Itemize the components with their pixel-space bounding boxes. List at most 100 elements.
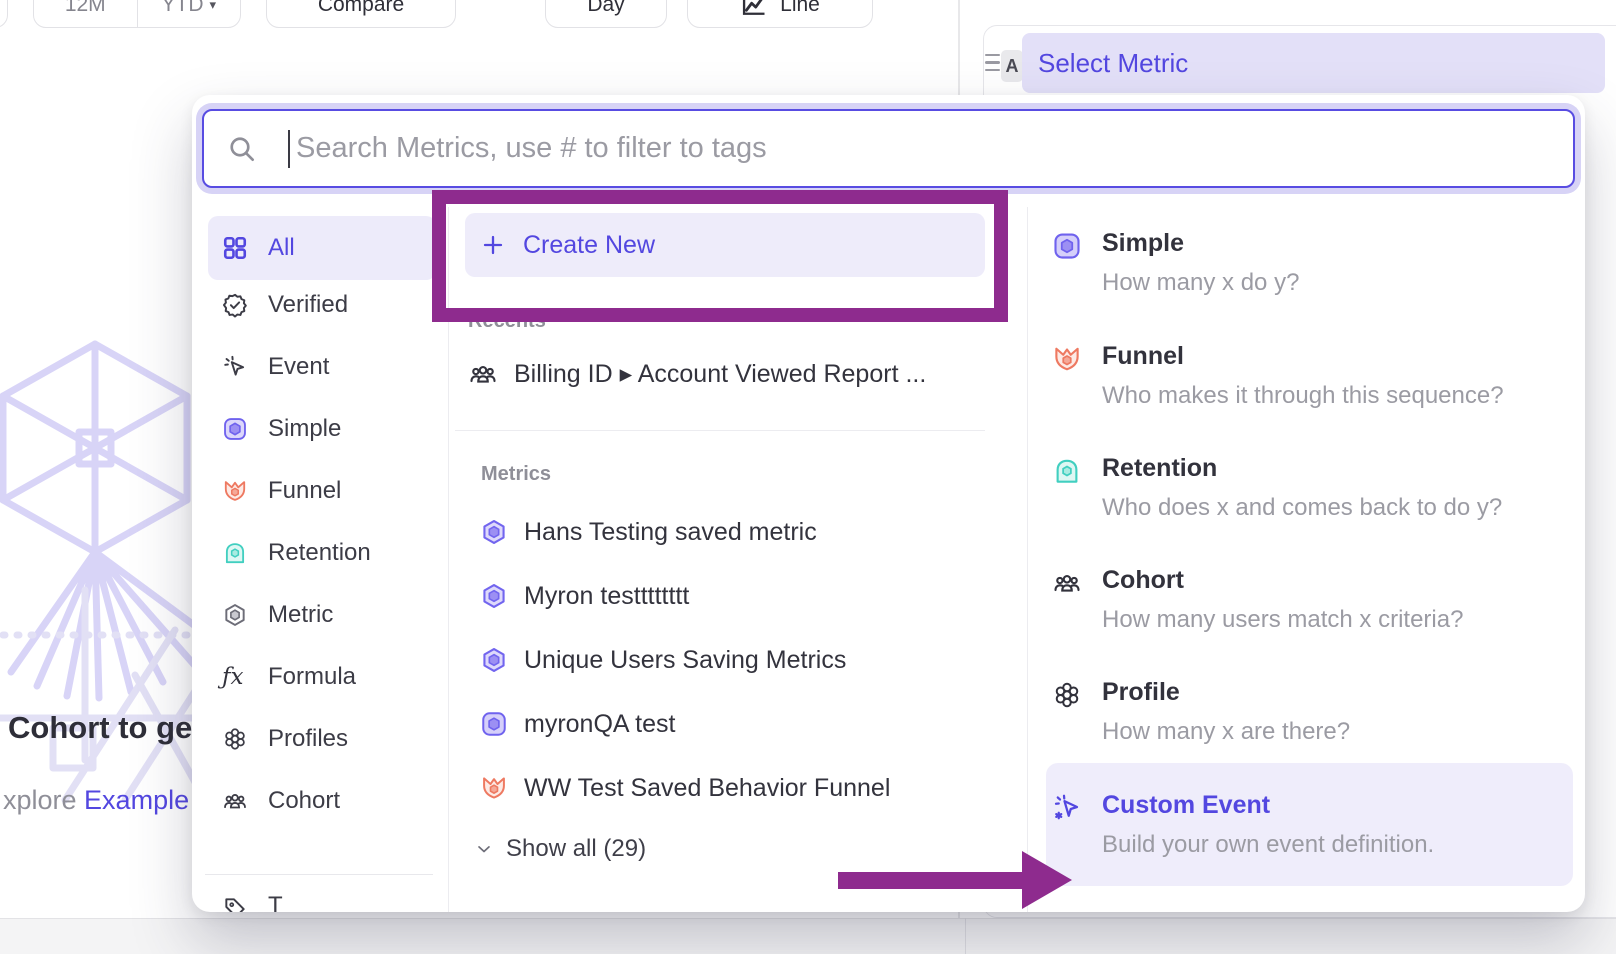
category-label: Verified <box>268 291 348 319</box>
drag-handle-icon[interactable] <box>985 54 1000 76</box>
category-verified[interactable]: Verified <box>208 276 436 334</box>
recent-item-billing[interactable]: Billing ID ▸ Account Viewed Report ... <box>464 353 926 395</box>
saved-metric-hexagon-icon <box>480 646 508 674</box>
category-simple[interactable]: Simple <box>208 400 436 458</box>
metric-item[interactable]: WW Test Saved Behavior Funnel <box>476 767 890 809</box>
retention-icon <box>1052 456 1082 486</box>
custom-event-sparkle-cursor-icon <box>1052 793 1082 823</box>
recent-item-label: Billing ID ▸ Account Viewed Report ... <box>514 359 926 389</box>
range-ytd-label: YTD <box>161 0 203 17</box>
category-formula[interactable]: ƒx Formula <box>208 648 436 706</box>
retention-icon <box>222 540 248 566</box>
saved-metric-hexagon-icon <box>480 518 508 546</box>
bottom-strip-divider <box>965 918 966 954</box>
tag-icon <box>222 895 248 912</box>
annotation-arrowhead <box>1022 851 1072 909</box>
type-description: How many x do y? <box>1102 269 1299 297</box>
profiles-flower-icon <box>1052 680 1082 710</box>
type-profile[interactable]: Profile How many x are there? <box>1046 678 1573 770</box>
explore-text-fragment: xplore <box>3 785 84 815</box>
type-description: Who makes it through this sequence? <box>1102 382 1504 410</box>
category-event[interactable]: Event <box>208 338 436 396</box>
category-all[interactable]: All <box>208 216 436 280</box>
saved-metric-hexagon-icon <box>480 582 508 610</box>
type-description: How many x are there? <box>1102 718 1350 746</box>
compare-button[interactable]: Compare <box>266 0 456 28</box>
clipped-left-button[interactable] <box>0 0 8 28</box>
metric-item[interactable]: myronQA test <box>476 703 675 745</box>
grid-icon <box>222 235 248 261</box>
category-cohort[interactable]: Cohort <box>208 772 436 830</box>
category-profiles[interactable]: Profiles <box>208 710 436 768</box>
funnel-icon <box>1052 344 1082 374</box>
metric-item[interactable]: Myron testttttttt <box>476 575 689 617</box>
category-partial-clipped[interactable]: T <box>222 895 283 912</box>
funnel-icon <box>480 774 508 802</box>
category-label: Cohort <box>268 787 340 815</box>
profiles-flower-icon <box>222 726 248 752</box>
funnel-icon <box>222 478 248 504</box>
category-label: Simple <box>268 415 341 443</box>
metric-item[interactable]: Hans Testing saved metric <box>476 511 817 553</box>
range-12m-button[interactable]: 12M <box>34 0 137 27</box>
category-label: Profiles <box>268 725 348 753</box>
type-funnel[interactable]: Funnel Who makes it through this sequenc… <box>1046 342 1573 434</box>
annotation-rectangle <box>432 190 1008 322</box>
category-metric[interactable]: Metric <box>208 586 436 644</box>
cohort-people-icon <box>468 359 498 389</box>
simple-metric-icon <box>222 416 248 442</box>
sidebar-divider <box>205 874 433 875</box>
metric-item[interactable]: Unique Users Saving Metrics <box>476 639 846 681</box>
annotation-arrow <box>838 872 1024 889</box>
type-title: Custom Event <box>1102 791 1270 820</box>
line-label: Line <box>780 0 820 17</box>
app-screen: 12M YTD ▾ Compare Day Line A <box>0 0 1616 954</box>
day-granularity-button[interactable]: Day <box>545 0 667 28</box>
type-title: Simple <box>1102 229 1184 258</box>
category-label: Event <box>268 353 329 381</box>
empty-state-headline-fragment: Cohort to ge <box>8 710 192 746</box>
series-a-badge: A <box>1001 50 1023 82</box>
event-cursor-icon <box>222 354 248 380</box>
line-chart-icon <box>740 0 768 19</box>
type-title: Cohort <box>1102 566 1184 595</box>
range-ytd-button[interactable]: YTD ▾ <box>137 0 241 27</box>
search-icon <box>226 133 258 165</box>
type-description: Who does x and comes back to do y? <box>1102 494 1502 522</box>
search-field-container <box>202 109 1575 188</box>
category-retention[interactable]: Retention <box>208 524 436 582</box>
metrics-header: Metrics <box>481 463 551 486</box>
select-metric-button[interactable]: Select Metric <box>1022 33 1605 93</box>
date-range-group: 12M YTD ▾ <box>33 0 241 28</box>
metric-item-label: myronQA test <box>524 710 675 739</box>
simple-metric-icon <box>1052 231 1082 261</box>
type-title: Profile <box>1102 678 1180 707</box>
type-cohort[interactable]: Cohort How many users match x criteria? <box>1046 566 1573 658</box>
category-label: Metric <box>268 601 333 629</box>
line-chart-type-button[interactable]: Line <box>687 0 873 28</box>
type-retention[interactable]: Retention Who does x and comes back to d… <box>1046 454 1573 546</box>
chevron-down-icon: ▾ <box>209 0 216 13</box>
metric-item-label: Unique Users Saving Metrics <box>524 646 846 675</box>
category-label: Retention <box>268 539 371 567</box>
text-caret <box>288 130 290 168</box>
type-title: Funnel <box>1102 342 1184 371</box>
type-custom-event[interactable]: Custom Event Build your own event defini… <box>1046 791 1573 883</box>
type-description: Build your own event definition. <box>1102 831 1434 859</box>
series-a-label: A <box>1006 56 1019 77</box>
category-funnel[interactable]: Funnel <box>208 462 436 520</box>
search-input[interactable] <box>296 111 1496 186</box>
show-all-toggle[interactable]: Show all (29) <box>474 835 646 863</box>
type-simple[interactable]: Simple How many x do y? <box>1046 229 1573 321</box>
metric-item-label: Hans Testing saved metric <box>524 518 817 547</box>
metric-item-label: WW Test Saved Behavior Funnel <box>524 774 890 803</box>
category-label: All <box>268 234 295 262</box>
select-metric-label: Select Metric <box>1038 48 1188 79</box>
column-divider-right <box>1027 207 1028 912</box>
cohort-people-icon <box>222 788 248 814</box>
recents-metrics-divider <box>455 430 985 431</box>
simple-metric-icon <box>480 710 508 738</box>
verified-badge-icon <box>222 292 248 318</box>
metric-hexagon-icon <box>222 602 248 628</box>
day-label: Day <box>587 0 624 17</box>
